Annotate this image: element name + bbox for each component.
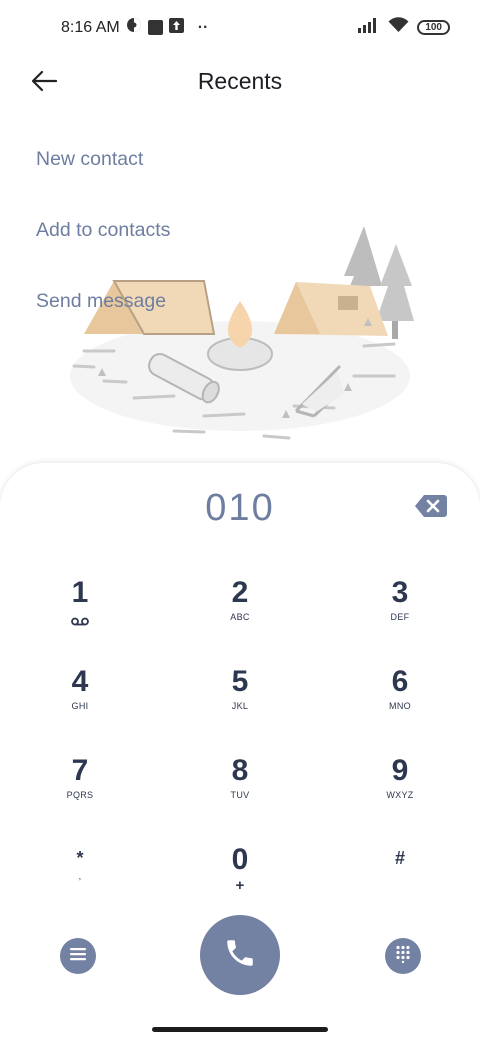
key-0[interactable]: 0 +: [190, 843, 290, 915]
key-letters: +: [235, 877, 245, 894]
add-to-contacts-link[interactable]: Add to contacts: [36, 219, 170, 242]
key-letters: MNO: [389, 701, 411, 711]
key-4[interactable]: 4 GHI: [30, 665, 130, 737]
keypad-toggle-button[interactable]: [385, 938, 421, 974]
key-digit: 2: [231, 576, 249, 609]
menu-button[interactable]: [60, 938, 96, 974]
key-star[interactable]: * ,: [30, 847, 130, 919]
key-digit: 1: [71, 576, 89, 609]
notification-square-icon: [147, 20, 163, 35]
status-right: 100: [358, 17, 450, 38]
signal-icon: [358, 17, 380, 38]
key-digit: #: [394, 848, 405, 868]
page-title: Recents: [197, 68, 283, 94]
key-7[interactable]: 7 PQRS: [30, 754, 130, 826]
dialpad-icon: [395, 945, 411, 968]
more-dots: ··: [197, 18, 209, 36]
key-digit: 8: [231, 754, 249, 787]
backspace-button[interactable]: [414, 493, 448, 519]
key-digit: 5: [231, 665, 249, 698]
key-letters: JKL: [231, 701, 249, 711]
key-letters: WXYZ: [386, 790, 414, 800]
key-2[interactable]: 2 ABC: [190, 576, 290, 648]
key-9[interactable]: 9 WXYZ: [350, 754, 450, 826]
status-time: 8:16 AM: [61, 18, 120, 36]
key-digit: 4: [71, 665, 89, 698]
key-digit: 0: [231, 843, 249, 876]
key-hash[interactable]: #: [350, 847, 450, 919]
key-digit: 7: [71, 754, 89, 787]
wifi-icon: [388, 17, 409, 38]
key-letters: PQRS: [66, 790, 94, 800]
dialpad-sheet: 010 1 2 ABC 3 DEF 4 GHI 5 JKL 6 MNO 7 PQ…: [0, 463, 480, 1040]
key-digit: 6: [391, 665, 409, 698]
upload-icon: [168, 17, 184, 38]
key-6[interactable]: 6 MNO: [350, 665, 450, 737]
phone-icon: [223, 936, 257, 975]
key-letters: ,: [78, 871, 82, 881]
key-digit: 3: [391, 576, 409, 609]
key-8[interactable]: 8 TUV: [190, 754, 290, 826]
status-bar: 8:16 AM ·· 100: [0, 0, 480, 56]
app-header: Recents: [0, 56, 480, 108]
key-1[interactable]: 1: [30, 576, 130, 648]
key-letters: GHI: [71, 701, 89, 711]
battery-indicator: 100: [417, 20, 450, 35]
key-letters: TUV: [230, 790, 250, 800]
send-message-link[interactable]: Send message: [36, 290, 166, 313]
voicemail-icon: [30, 613, 130, 631]
new-contact-link[interactable]: New contact: [36, 148, 143, 171]
key-digit: *: [76, 848, 84, 868]
contrast-icon: [126, 17, 142, 38]
camping-illustration: [64, 226, 416, 456]
home-indicator[interactable]: [152, 1027, 328, 1032]
key-3[interactable]: 3 DEF: [350, 576, 450, 648]
call-button[interactable]: [200, 915, 280, 995]
backspace-icon: [414, 495, 448, 523]
menu-icon: [70, 947, 86, 966]
key-digit: 9: [391, 754, 409, 787]
key-letters: ABC: [230, 612, 250, 622]
key-5[interactable]: 5 JKL: [190, 665, 290, 737]
dialed-number: 010: [205, 487, 275, 529]
key-letters: DEF: [390, 612, 410, 622]
status-left: 8:16 AM ··: [61, 17, 208, 38]
